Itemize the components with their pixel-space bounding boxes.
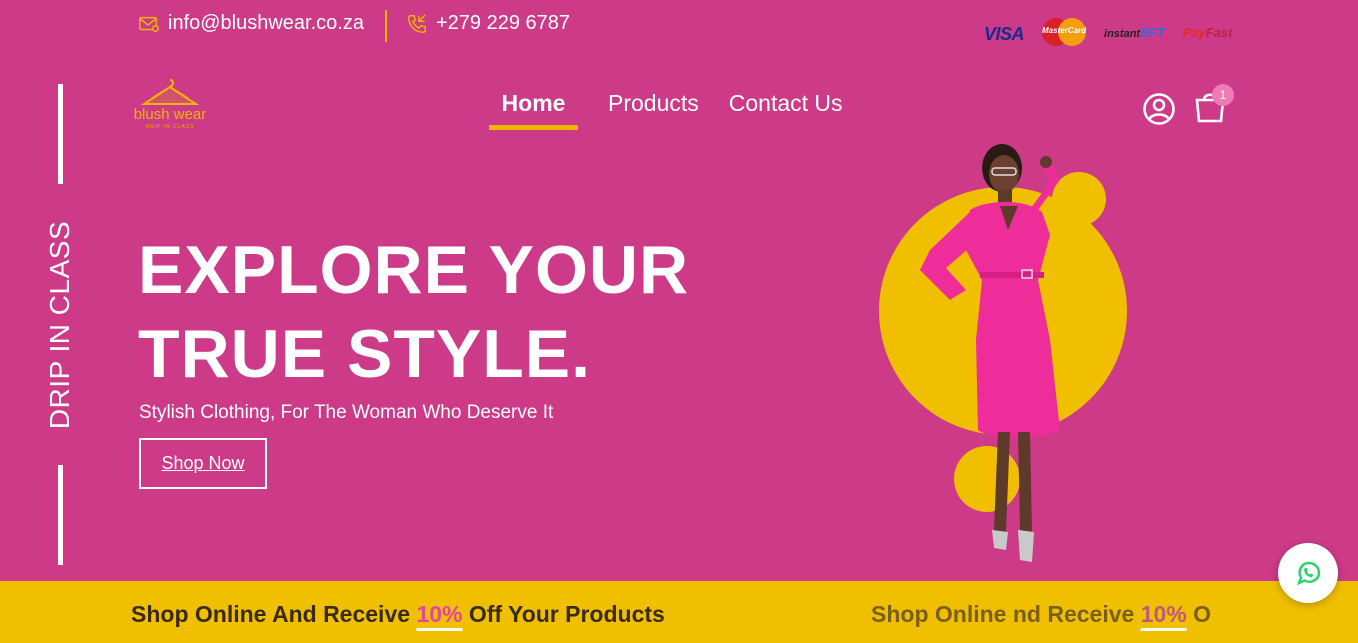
email-contact[interactable]: info@blushwear.co.za [138, 12, 364, 35]
shop-now-button[interactable]: Shop Now [139, 438, 267, 489]
visa-logo: VISA [984, 23, 1025, 45]
phone-contact[interactable]: +279 229 6787 [406, 12, 570, 35]
email-icon [139, 16, 159, 32]
promo-text-start: Shop Online And Receive [131, 601, 417, 627]
logo-text: blush wear [133, 106, 207, 123]
payfast-fast-text: Fast [1205, 24, 1233, 40]
nav-home[interactable]: Home [489, 90, 578, 130]
mastercard-logo: MasterCard [1042, 18, 1086, 46]
nav-contact-us[interactable]: Contact Us [729, 90, 843, 130]
main-nav: Home Products Contact Us [489, 90, 843, 130]
phone-text[interactable]: +279 229 6787 [436, 12, 570, 35]
promo-text-end: Off Your Products [462, 601, 665, 627]
hero-subtitle: Stylish Clothing, For The Woman Who Dese… [139, 402, 554, 423]
user-icon[interactable] [1142, 92, 1176, 126]
logo-subtext: DRIP IN CLASS [145, 124, 195, 130]
visa-text: VISA [984, 23, 1025, 44]
top-bar: info@blushwear.co.za +279 229 6787 VISA … [0, 0, 1358, 55]
promo-repeat-end: O [1186, 601, 1212, 627]
promo-banner: Shop Online And Receive 10% Off Your Pro… [0, 581, 1358, 643]
promo-repeat-middle: nd Receive [1012, 601, 1141, 627]
contact-divider [385, 10, 387, 42]
instanteft-logo: instantEFT [1104, 25, 1165, 40]
promo-text-repeat: Shop Online nd Receive 10% O [871, 601, 1211, 628]
nav-products[interactable]: Products [608, 90, 699, 130]
model-image [920, 144, 1060, 562]
side-line-top [58, 84, 63, 184]
side-vertical-text: DRIP IN CLASS [44, 220, 75, 430]
mastercard-text: MasterCard [1042, 26, 1087, 35]
hero-title: EXPLORE YOUR TRUE STYLE. [138, 228, 689, 396]
promo-text: Shop Online And Receive 10% Off Your Pro… [131, 601, 665, 628]
hero-title-line1: EXPLORE YOUR [138, 232, 690, 308]
promo-percent: 10% [416, 601, 463, 627]
side-line-bottom [58, 465, 63, 565]
payment-methods: VISA MasterCard instantEFT PayFast [984, 18, 1251, 46]
cart-count-badge: 1 [1212, 84, 1234, 106]
email-text[interactable]: info@blushwear.co.za [168, 12, 364, 35]
whatsapp-button[interactable] [1278, 543, 1338, 603]
hero-title-line2: TRUE STYLE. [138, 316, 592, 392]
instanteft-text: instant [1104, 27, 1141, 40]
payfast-logo: PayFast [1183, 25, 1233, 40]
promo-repeat-percent: 10% [1140, 601, 1187, 627]
whatsapp-icon [1296, 561, 1321, 586]
payfast-pay-text: Pay [1182, 24, 1206, 40]
brand-logo[interactable]: blush wear DRIP IN CLASS [124, 76, 216, 134]
instanteft-eft-text: EFT [1140, 24, 1165, 40]
phone-icon [408, 13, 426, 33]
hanger-icon [140, 79, 200, 105]
promo-repeat-start: Shop Online [871, 601, 1013, 627]
